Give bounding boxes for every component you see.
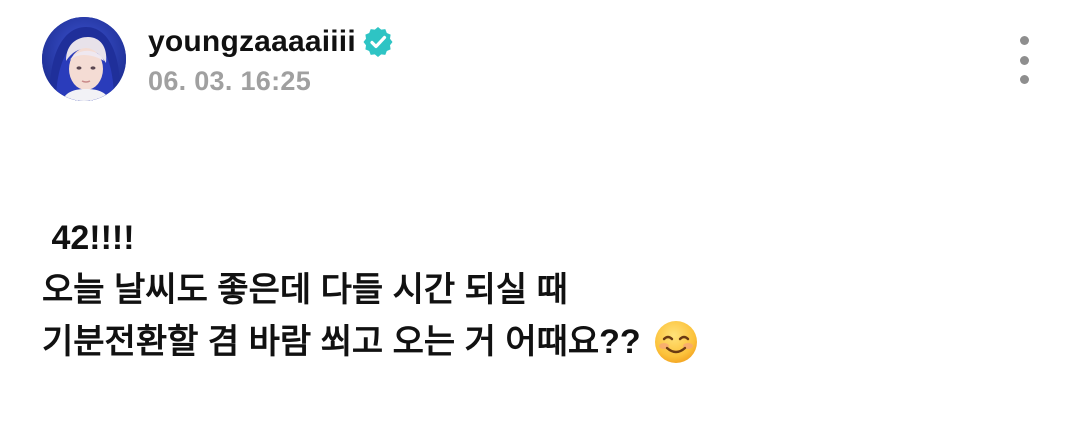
- post-body-text: 42!!!!: [42, 219, 135, 257]
- post-body-line: 42!!!!: [42, 212, 1042, 264]
- avatar-photo-icon: [42, 17, 126, 101]
- post-timestamp: 06. 03. 16:25: [148, 65, 312, 96]
- smiling-face-icon: [653, 319, 699, 365]
- post-header: youngzaaaaiiii 06. 03. 16:25: [42, 16, 394, 102]
- post-card: youngzaaaaiiii 06. 03. 16:25 42!!!! 오늘 날…: [0, 0, 1080, 429]
- more-vertical-icon: [1019, 75, 1029, 84]
- more-vertical-icon: [1019, 55, 1029, 65]
- more-options-button[interactable]: [1006, 36, 1042, 84]
- post-body-text: 오늘 날씨도 좋은데 다들 시간 되실 때: [42, 271, 568, 309]
- author-meta: youngzaaaaiiii 06. 03. 16:25: [148, 22, 394, 97]
- verified-badge-icon: [362, 26, 394, 58]
- post-body-text: 기분전환할 겸 바람 쐬고 오는 거 어때요??: [42, 323, 641, 361]
- avatar[interactable]: [42, 17, 126, 101]
- post-body-line: 오늘 날씨도 좋은데 다들 시간 되실 때: [42, 264, 1042, 316]
- post-body-line: 기분전환할 겸 바람 쐬고 오는 거 어때요??: [42, 316, 1042, 368]
- post-body: 42!!!! 오늘 날씨도 좋은데 다들 시간 되실 때 기분전환할 겸 바람 …: [42, 212, 1042, 368]
- author-name-row: youngzaaaaiiii: [148, 22, 394, 62]
- more-vertical-icon: [1019, 36, 1029, 45]
- author-username[interactable]: youngzaaaaiiii: [148, 25, 356, 59]
